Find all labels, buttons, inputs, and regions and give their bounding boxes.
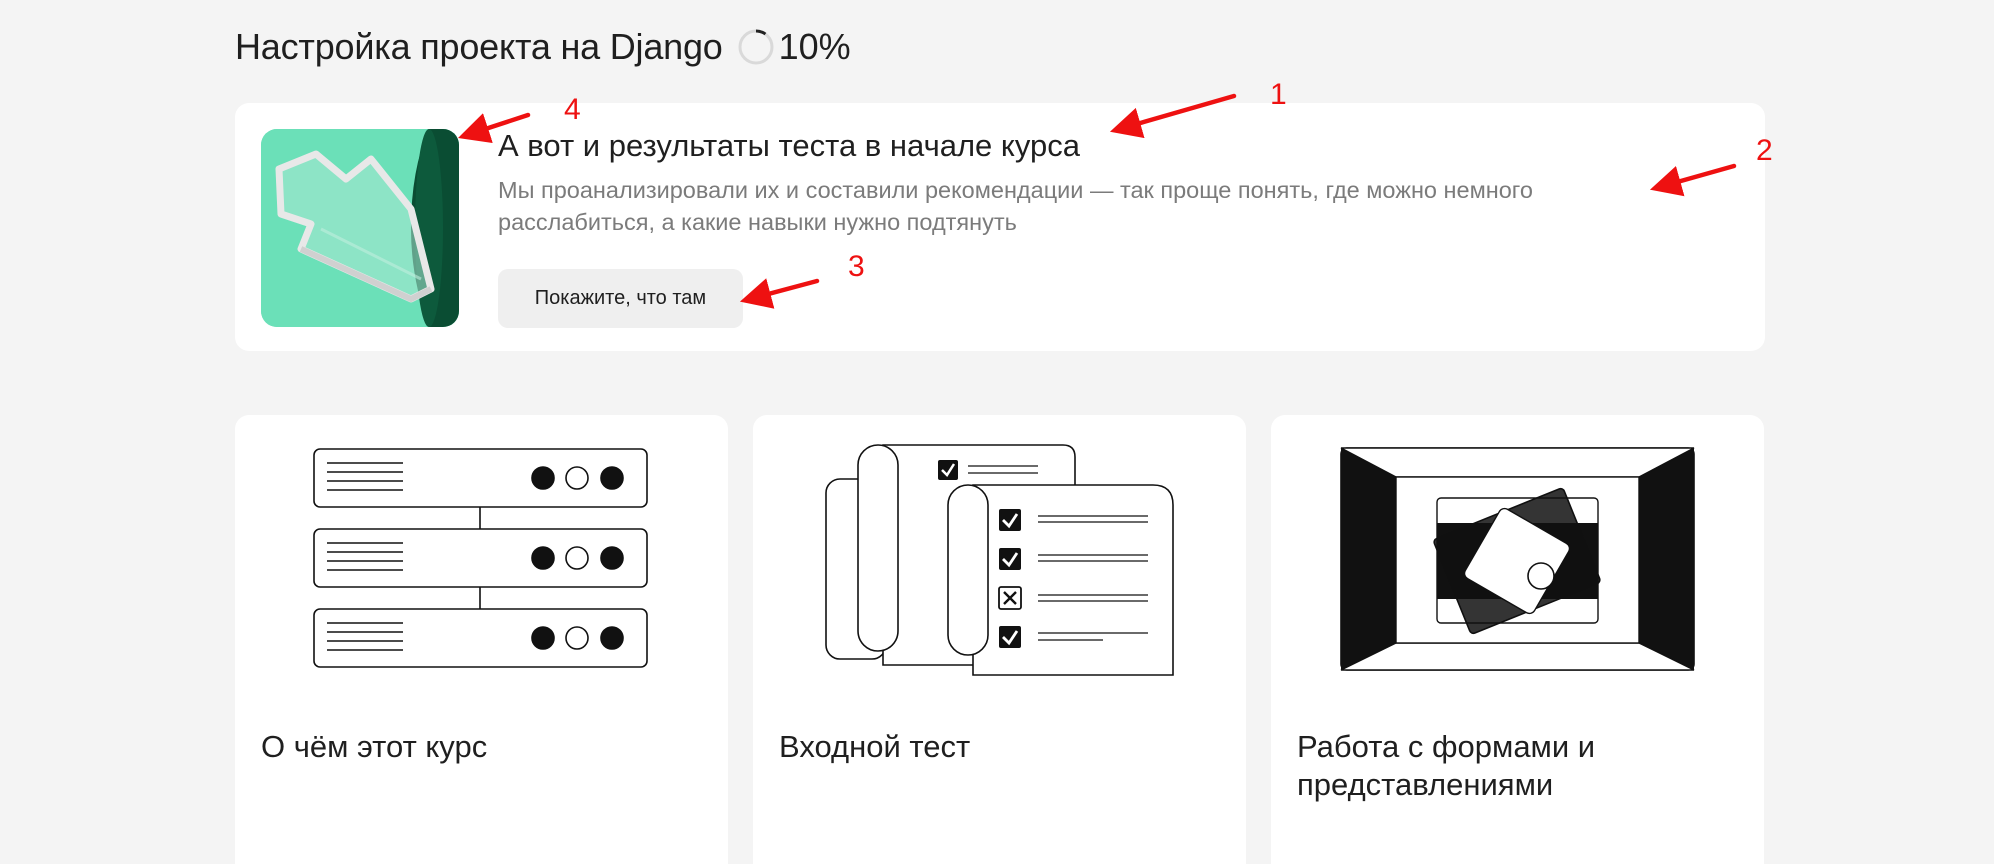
show-results-button[interactable]: Покажите, что там	[498, 269, 743, 328]
progress-ring-icon	[738, 29, 774, 65]
frames-icon	[1340, 447, 1695, 671]
card-title: Входной тест	[779, 729, 971, 764]
card-title: Работа с формами и представлениями	[1297, 729, 1596, 802]
test-results-banner: А вот и результаты теста в начале курса …	[235, 103, 1765, 351]
promo-illustration	[261, 129, 459, 327]
promo-title: А вот и результаты теста в начале курса	[498, 128, 1080, 163]
progress-percent: 10%	[778, 26, 851, 67]
server-rack-icon	[313, 448, 648, 668]
checklist-icon	[825, 444, 1174, 676]
course-card-forms[interactable]: Работа с формами и представлениями	[1271, 415, 1764, 864]
promo-description: Мы проанализировали их и составили реком…	[498, 177, 1533, 235]
card-title: О чём этот курс	[261, 729, 488, 764]
course-card-about[interactable]: О чём этот курс	[235, 415, 728, 864]
page-title: Настройка проекта на Django	[235, 26, 723, 67]
page-header: Настройка проекта на Django 10%	[235, 26, 851, 68]
course-card-entry-test[interactable]: Входной тест	[753, 415, 1246, 864]
glass-arrow-icon	[261, 129, 459, 327]
